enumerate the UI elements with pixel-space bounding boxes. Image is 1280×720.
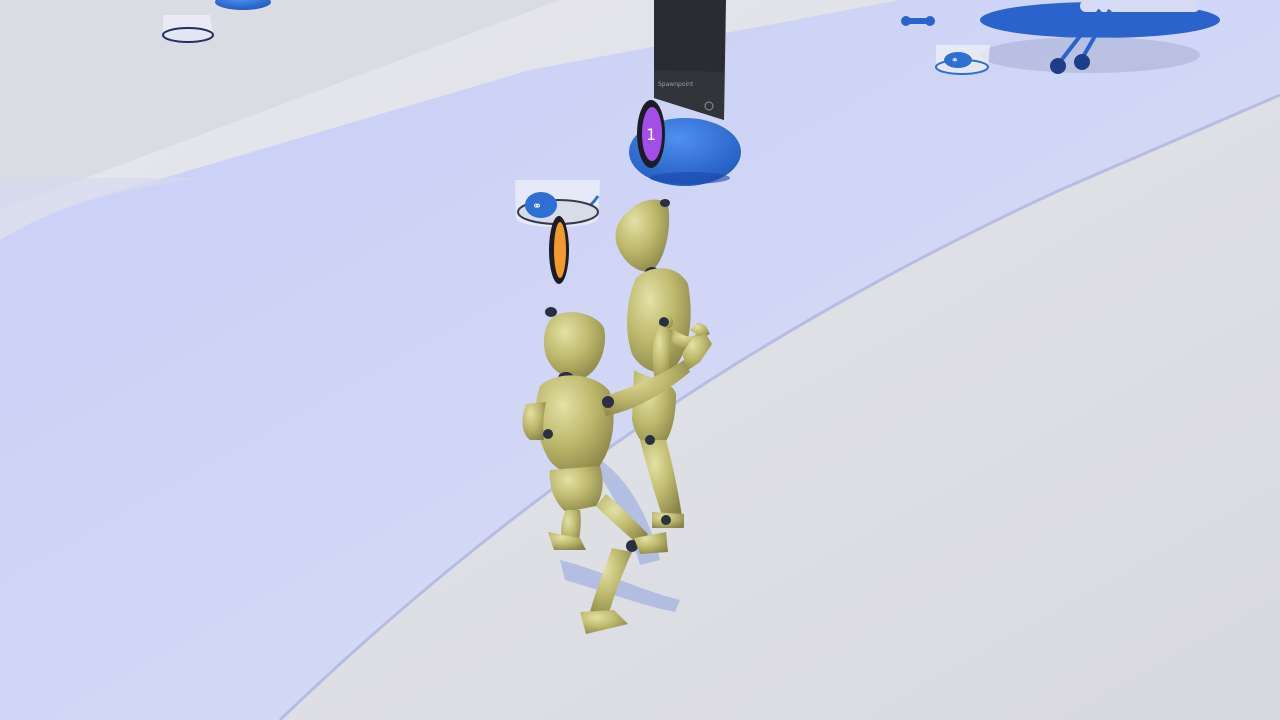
glass-pad-top-left: [162, 15, 214, 43]
player-2-marker: [549, 216, 569, 284]
player-1-marker: 1: [637, 100, 665, 168]
player-1-label: 1: [646, 125, 656, 144]
dumbbell-pad-icon-back: ⚭: [935, 45, 990, 75]
svg-text:⚭: ⚭: [951, 56, 959, 66]
game-scene: ⚭ ⚭ Spawnpoint 1: [0, 0, 1280, 720]
svg-text:⚭: ⚭: [532, 199, 542, 213]
panel-label: Spawnpoint: [658, 81, 694, 88]
